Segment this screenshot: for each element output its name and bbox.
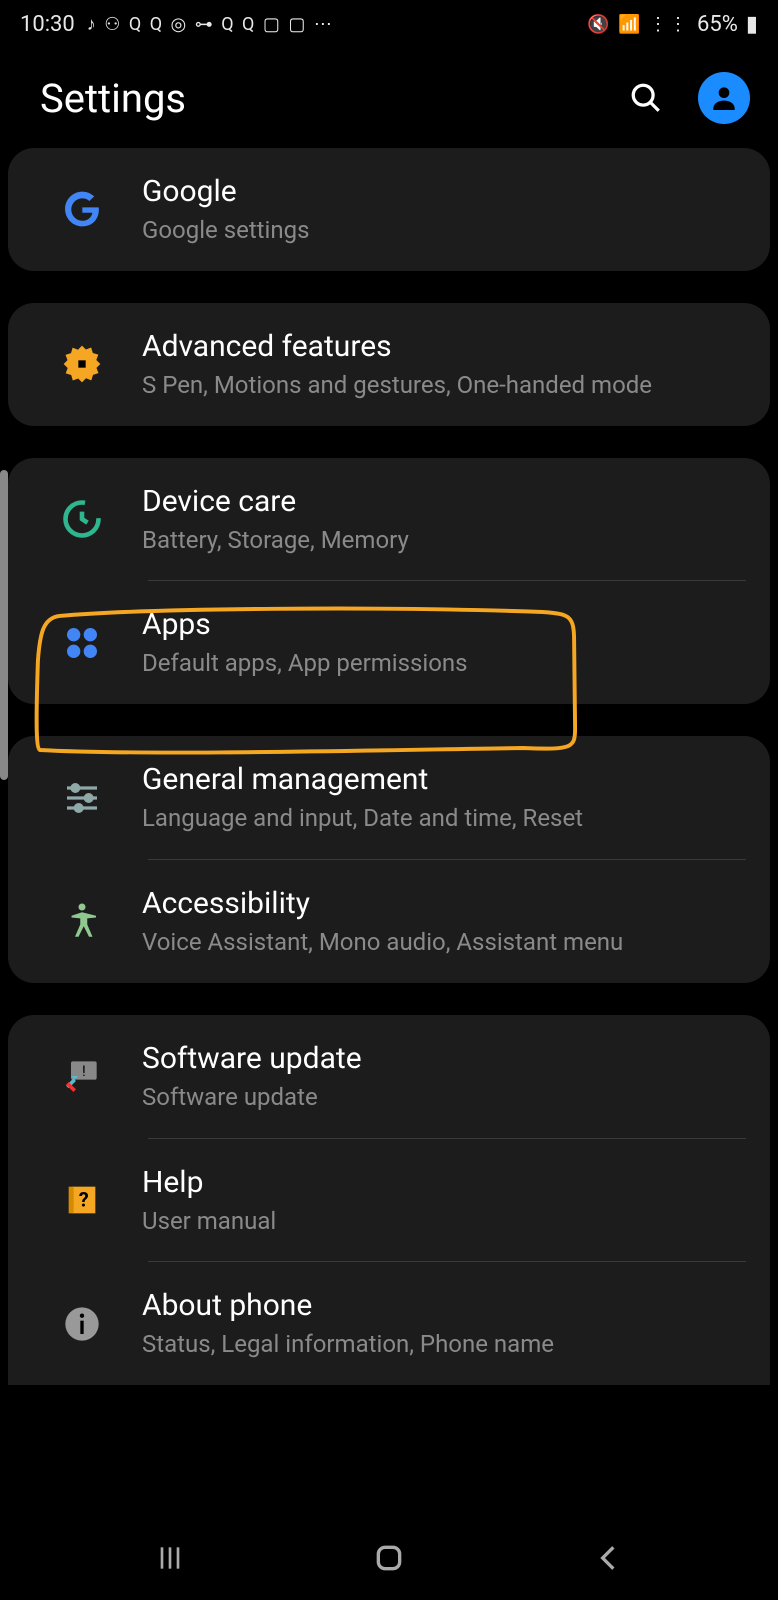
svg-text:!: ! — [82, 1062, 86, 1080]
settings-item-about[interactable]: About phone Status, Legal information, P… — [8, 1262, 770, 1385]
recents-icon — [154, 1542, 186, 1574]
nav-back-button[interactable] — [592, 1542, 624, 1578]
nav-recents-button[interactable] — [154, 1542, 186, 1578]
row-title: Accessibility — [142, 886, 746, 922]
settings-group: Device care Battery, Storage, Memory App… — [8, 458, 770, 705]
status-notification-icons: ♪ ⚇ Q Q ◎ ⊶ Q Q ▢ ▢ ⋯ — [87, 14, 334, 35]
status-system-icons: 🔇 📶 ⋮⋮ — [587, 14, 689, 35]
row-title: Google — [142, 174, 746, 210]
google-icon — [50, 177, 114, 241]
settings-item-apps[interactable]: Apps Default apps, App permissions — [8, 581, 770, 704]
search-button[interactable] — [622, 74, 670, 122]
settings-item-device-care[interactable]: Device care Battery, Storage, Memory — [8, 458, 770, 581]
scroll-handle[interactable] — [0, 470, 8, 780]
row-subtitle: Default apps, App permissions — [142, 649, 746, 678]
settings-list: Google Google settings Advanced features… — [0, 148, 778, 1385]
settings-item-software-update[interactable]: ! Software update Software update — [8, 1015, 770, 1138]
software-update-icon: ! — [50, 1044, 114, 1108]
status-bar: 10:30 ♪ ⚇ Q Q ◎ ⊶ Q Q ▢ ▢ ⋯ 🔇 📶 ⋮⋮ 65% ▮ — [0, 0, 778, 48]
help-icon: ? — [50, 1168, 114, 1232]
page-title: Settings — [40, 75, 186, 122]
search-icon — [629, 81, 663, 115]
navigation-bar — [0, 1520, 778, 1600]
row-subtitle: Google settings — [142, 216, 746, 245]
advanced-icon — [50, 332, 114, 396]
settings-group: Google Google settings — [8, 148, 770, 271]
row-subtitle: Software update — [142, 1083, 746, 1112]
nav-home-button[interactable] — [373, 1542, 405, 1578]
row-subtitle: User manual — [142, 1207, 746, 1236]
settings-item-accessibility[interactable]: Accessibility Voice Assistant, Mono audi… — [8, 860, 770, 983]
battery-icon: ▮ — [746, 12, 758, 37]
row-title: Software update — [142, 1041, 746, 1077]
row-subtitle: Status, Legal information, Phone name — [142, 1330, 746, 1359]
person-icon — [708, 82, 740, 114]
row-subtitle: Voice Assistant, Mono audio, Assistant m… — [142, 928, 746, 957]
settings-group: General management Language and input, D… — [8, 736, 770, 983]
row-subtitle: Battery, Storage, Memory — [142, 526, 746, 555]
home-icon — [373, 1542, 405, 1574]
row-title: Help — [142, 1165, 746, 1201]
back-icon — [592, 1542, 624, 1574]
settings-item-general[interactable]: General management Language and input, D… — [8, 736, 770, 859]
svg-text:?: ? — [79, 1188, 89, 1212]
account-avatar[interactable] — [698, 72, 750, 124]
general-management-icon — [50, 766, 114, 830]
page-header: Settings — [0, 48, 778, 144]
row-title: Advanced features — [142, 329, 746, 365]
settings-group: Advanced features S Pen, Motions and ges… — [8, 303, 770, 426]
row-title: Apps — [142, 607, 746, 643]
settings-item-advanced[interactable]: Advanced features S Pen, Motions and ges… — [8, 303, 770, 426]
settings-group: ! Software update Software update ? Help… — [8, 1015, 770, 1385]
accessibility-icon — [50, 889, 114, 953]
row-subtitle: Language and input, Date and time, Reset — [142, 804, 746, 833]
row-subtitle: S Pen, Motions and gestures, One-handed … — [142, 371, 746, 400]
row-title: Device care — [142, 484, 746, 520]
row-title: About phone — [142, 1288, 746, 1324]
settings-item-help[interactable]: ? Help User manual — [8, 1139, 770, 1262]
apps-icon — [50, 611, 114, 675]
settings-item-google[interactable]: Google Google settings — [8, 148, 770, 271]
row-title: General management — [142, 762, 746, 798]
status-battery: 65% — [697, 12, 738, 37]
device-care-icon — [50, 487, 114, 551]
status-time: 10:30 — [20, 12, 75, 37]
about-icon — [50, 1292, 114, 1356]
